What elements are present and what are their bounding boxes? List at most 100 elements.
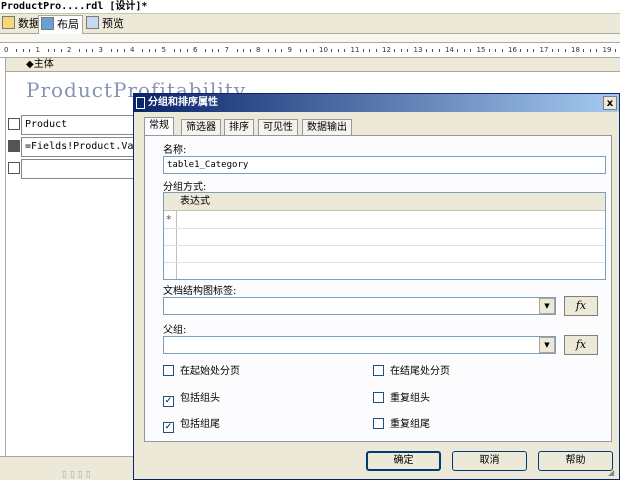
ruler-tick <box>281 49 283 52</box>
ruler-mark: 15 <box>476 46 486 54</box>
parent-group-label: 父组: <box>163 325 187 336</box>
ruler-tick <box>180 49 182 52</box>
ruler-tick <box>457 49 459 52</box>
ruler-mark: 4 <box>130 46 135 54</box>
ruler-tick <box>243 49 245 52</box>
ruler-tick <box>312 49 314 52</box>
name-field[interactable]: table1_Category <box>163 156 606 174</box>
doc-map-expression-button[interactable]: fx <box>564 296 598 316</box>
ruler-mark: 7 <box>224 46 229 54</box>
ruler-tick <box>337 49 339 52</box>
checkbox-box[interactable] <box>373 392 384 403</box>
general-tab-panel: 名称: table1_Category 分组方式: 表达式 * 文档结构图标签:… <box>144 135 612 442</box>
ruler-tick <box>274 49 276 52</box>
repeat-footer-checkbox[interactable]: 重复组尾 <box>373 418 430 431</box>
ruler-tick <box>520 49 522 52</box>
ruler-tick <box>331 49 333 52</box>
ruler-mark: 16 <box>508 46 517 54</box>
ruler-tick <box>526 49 528 52</box>
document-map-label: 文档结构图标签: <box>163 286 237 297</box>
chevron-down-icon[interactable]: ▼ <box>539 298 555 314</box>
check-icon[interactable]: ✓ <box>163 396 174 407</box>
ruler-tick <box>501 49 503 52</box>
ruler-tick <box>425 49 427 52</box>
ruler-tick <box>29 49 31 52</box>
group-on-label: 分组方式: <box>163 182 207 193</box>
repeat-header-checkbox[interactable]: 重复组头 <box>373 392 430 405</box>
document-map-combo[interactable] <box>163 297 556 315</box>
ruler-tick <box>551 49 553 52</box>
ruler-tick <box>362 49 364 52</box>
ruler-tick <box>117 49 119 52</box>
ruler-tick <box>155 49 157 52</box>
cancel-button[interactable]: 取消 <box>452 451 527 471</box>
page-break-end-checkbox[interactable]: 在结尾处分页 <box>373 365 450 378</box>
tab-data-output[interactable]: 数据输出 <box>302 119 352 135</box>
dialog-system-icon <box>136 97 145 109</box>
ruler-tick <box>375 49 377 52</box>
close-button[interactable]: x <box>603 96 617 110</box>
grid-header-expression[interactable]: 表达式 <box>164 193 605 211</box>
table-footer-row-handle[interactable] <box>8 162 20 174</box>
ruler-tick <box>596 49 598 52</box>
ruler-mark: 11 <box>350 46 360 54</box>
ruler-tick <box>400 49 402 52</box>
ruler-tick <box>488 49 490 52</box>
table-group-row-handle[interactable] <box>8 140 20 152</box>
dialog-titlebar[interactable]: 分组和排序属性 x <box>134 94 619 112</box>
ruler-mark: 1 <box>35 46 40 54</box>
name-label: 名称: <box>163 145 187 156</box>
ruler-mark: 12 <box>382 46 391 54</box>
horizontal-ruler: 0 1 2 3 4 5 6 7 8 9 10 11 12 13 14 15 16 17 18 19 <box>0 42 620 58</box>
resize-grip-icon[interactable]: ◢ <box>608 468 618 478</box>
group-expression-grid[interactable]: 表达式 * <box>163 192 606 280</box>
toolbar-icons: ▯▯▯▯ <box>62 470 94 480</box>
tab-general[interactable]: 常规 <box>144 117 174 135</box>
page-break-start-checkbox[interactable]: 在起始处分页 <box>163 365 240 378</box>
ruler-mark: 9 <box>287 46 292 54</box>
tab-sorting[interactable]: 排序 <box>224 119 254 135</box>
ruler-tick <box>432 49 434 52</box>
tab-data[interactable]: 数据 <box>0 15 43 33</box>
data-icon <box>2 16 15 29</box>
grid-line <box>164 262 605 263</box>
tab-filters[interactable]: 筛选器 <box>181 119 221 135</box>
ruler-tick <box>564 49 566 52</box>
ruler-tick <box>369 49 371 52</box>
ruler-tick <box>438 49 440 52</box>
ruler-tick <box>495 49 497 52</box>
grouping-sorting-dialog: 分组和排序属性 x 常规 筛选器 排序 可见性 数据输出 名称: table1_… <box>133 93 620 480</box>
tab-visibility[interactable]: 可见性 <box>258 119 298 135</box>
ruler-tick <box>236 49 238 52</box>
ruler-tick <box>22 49 24 52</box>
tab-preview[interactable]: 预览 <box>84 15 127 33</box>
ruler-tick <box>218 49 220 52</box>
ruler-tick <box>142 49 144 52</box>
table-header-row-handle[interactable] <box>8 118 20 130</box>
document-title: ProductPro....rdl [设计]* <box>0 0 620 14</box>
chevron-down-icon[interactable]: ▼ <box>539 337 555 353</box>
ruler-tick <box>173 49 175 52</box>
tab-layout[interactable]: 布局 <box>38 15 83 34</box>
ruler-tick <box>79 49 81 52</box>
checkbox-box[interactable] <box>163 365 174 376</box>
ruler-mark: 10 <box>319 46 328 54</box>
checkbox-box[interactable] <box>373 365 384 376</box>
checkbox-box[interactable] <box>373 418 384 429</box>
check-icon[interactable]: ✓ <box>163 422 174 433</box>
ruler-tick <box>268 49 270 52</box>
new-row-marker: * <box>166 213 172 226</box>
parent-expression-button[interactable]: fx <box>564 335 598 355</box>
parent-group-combo[interactable] <box>163 336 556 354</box>
ruler-tick <box>85 49 87 52</box>
include-header-checkbox[interactable]: ✓ 包括组头 <box>163 392 220 407</box>
ruler-tick <box>394 49 396 52</box>
body-section-header: ◆主体 <box>6 58 620 72</box>
ruler-mark: 18 <box>571 46 580 54</box>
ruler-tick <box>92 49 94 52</box>
ok-button[interactable]: 确定 <box>366 451 441 471</box>
help-button[interactable]: 帮助 <box>538 451 613 471</box>
ruler-tick <box>60 49 62 52</box>
ruler-tick <box>186 49 188 52</box>
include-footer-checkbox[interactable]: ✓ 包括组尾 <box>163 418 220 433</box>
